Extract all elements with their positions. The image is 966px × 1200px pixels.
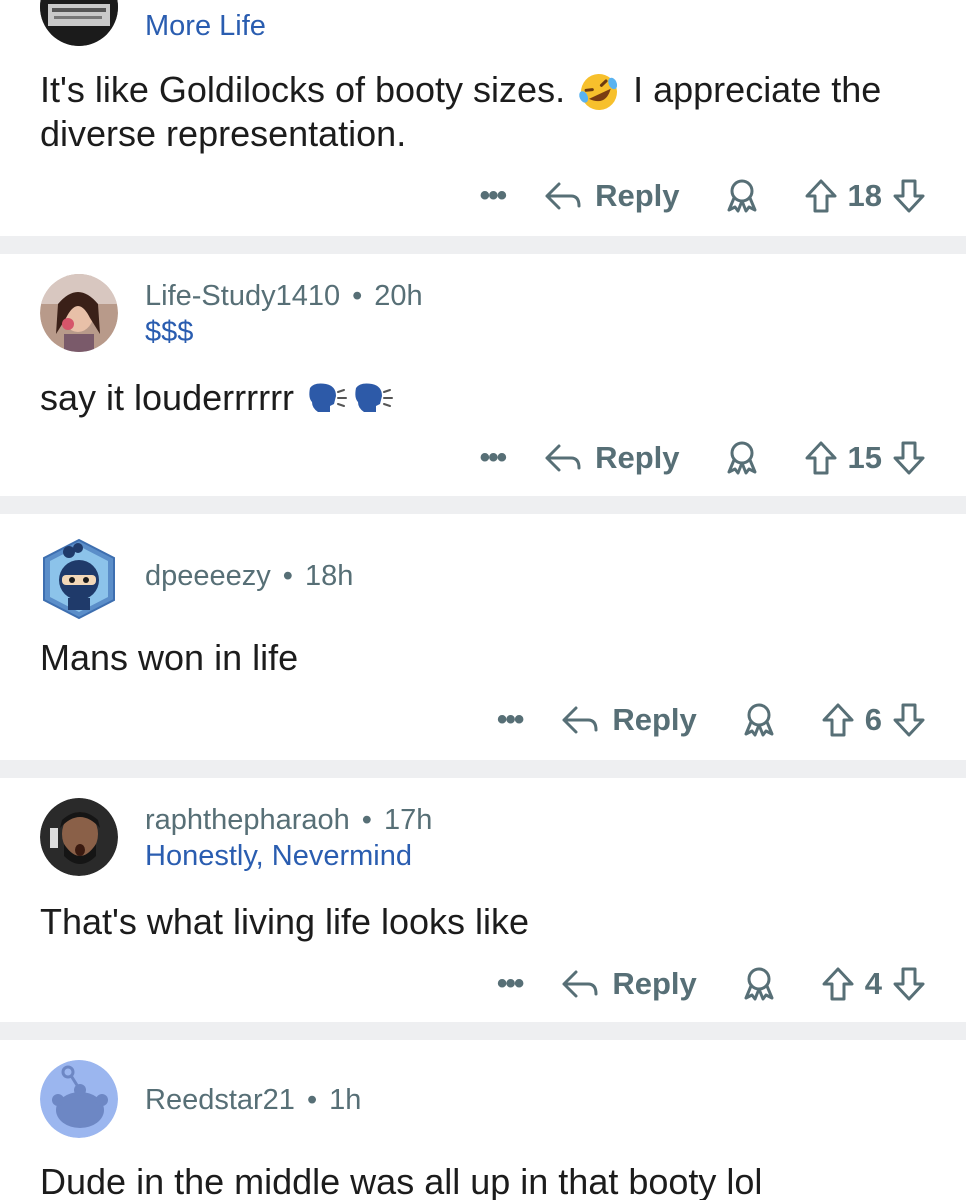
- reply-button[interactable]: Reply: [543, 440, 680, 476]
- award-icon: [724, 440, 760, 476]
- comment-3: dpeeeezy • 18h Mans won in life ••• Reply …: [0, 514, 966, 760]
- comment-2: Life-Study1410 • 20h $$$ say it louderrrrr…: [0, 254, 966, 496]
- award-icon: [724, 178, 760, 214]
- comment-text: That's what living life looks like: [40, 900, 940, 944]
- comment-actions: ••• Reply 6: [497, 698, 926, 742]
- comment-meta: Life-Study1410 • 20h: [145, 280, 423, 313]
- vote-count: 6: [864, 702, 882, 737]
- comment-separator: [0, 496, 966, 514]
- comment-separator: [0, 760, 966, 778]
- comment-separator: [0, 1022, 966, 1040]
- reply-label: Reply: [612, 702, 697, 737]
- comment-1: More Life It's like Goldilocks of booty …: [0, 0, 966, 236]
- comment-separator: [0, 236, 966, 254]
- downvote-icon[interactable]: [892, 702, 926, 738]
- upvote-icon[interactable]: [804, 440, 838, 476]
- avatar[interactable]: [40, 798, 118, 876]
- speaking-head-icon: [304, 380, 396, 420]
- vote-count: 18: [847, 178, 882, 213]
- vote-controls: 6: [821, 702, 926, 738]
- more-options-button[interactable]: •••: [497, 703, 524, 737]
- comment-text-part: It's like Goldilocks of booty sizes.: [40, 69, 566, 110]
- more-options-button[interactable]: •••: [480, 179, 507, 213]
- upvote-icon[interactable]: [821, 702, 855, 738]
- award-button[interactable]: [724, 178, 760, 214]
- award-button[interactable]: [741, 966, 777, 1002]
- reply-icon: [560, 968, 600, 1000]
- comment-actions: ••• Reply 15: [480, 436, 926, 480]
- user-flair: More Life: [145, 10, 266, 42]
- rolling-on-floor-laughing-icon: [575, 72, 623, 112]
- vote-count: 15: [847, 440, 882, 475]
- username[interactable]: Life-Study1410: [145, 280, 340, 312]
- reply-button[interactable]: Reply: [560, 702, 697, 738]
- downvote-icon[interactable]: [892, 440, 926, 476]
- comment-meta: Reedstar21 • 1h: [145, 1084, 361, 1117]
- award-button[interactable]: [724, 440, 760, 476]
- vote-count: 4: [864, 966, 882, 1001]
- user-flair: Honestly, Nevermind: [145, 840, 413, 872]
- avatar[interactable]: [40, 0, 118, 46]
- timestamp: 20h: [374, 280, 423, 312]
- comment-text-part: That's what living life looks like: [40, 901, 530, 942]
- downvote-icon[interactable]: [892, 966, 926, 1002]
- comment-text: Dude in the middle was all up in that bo…: [40, 1160, 940, 1200]
- separator-dot: •: [282, 560, 293, 592]
- reply-icon: [543, 180, 583, 212]
- comment-text-part: say it louderrrrrr: [40, 377, 295, 418]
- comment-text-part: Mans won in life: [40, 637, 299, 678]
- award-button[interactable]: [741, 702, 777, 738]
- comment-text: It's like Goldilocks of booty sizes. I a…: [40, 68, 940, 156]
- vote-controls: 18: [804, 178, 926, 214]
- reply-icon: [560, 704, 600, 736]
- timestamp: 18h: [304, 560, 354, 592]
- comment-4: raphthepharaoh • 17h Honestly, Nevermind T…: [0, 778, 966, 1022]
- award-icon: [741, 966, 777, 1002]
- reply-label: Reply: [612, 966, 697, 1001]
- avatar[interactable]: [40, 1060, 118, 1138]
- upvote-icon[interactable]: [804, 178, 838, 214]
- reply-label: Reply: [595, 440, 680, 475]
- timestamp: 1h: [329, 1084, 362, 1116]
- comment-text-part: Dude in the middle was all up in that bo…: [40, 1161, 763, 1200]
- separator-dot: •: [361, 804, 372, 836]
- more-options-button[interactable]: •••: [497, 967, 524, 1001]
- comment-meta: dpeeeezy • 18h: [145, 560, 353, 593]
- reply-button[interactable]: Reply: [543, 178, 680, 214]
- vote-controls: 15: [804, 440, 926, 476]
- avatar[interactable]: [40, 538, 118, 620]
- timestamp: 17h: [383, 804, 433, 836]
- username[interactable]: Reedstar21: [145, 1084, 295, 1116]
- reply-icon: [543, 442, 583, 474]
- username[interactable]: raphthepharaoh: [145, 804, 350, 836]
- comment-text: Mans won in life: [40, 636, 940, 680]
- username[interactable]: dpeeeezy: [145, 560, 271, 592]
- downvote-icon[interactable]: [892, 178, 926, 214]
- vote-controls: 4: [821, 966, 926, 1002]
- comment-meta: raphthepharaoh • 17h: [145, 804, 432, 837]
- separator-dot: •: [306, 1084, 318, 1116]
- upvote-icon[interactable]: [821, 966, 855, 1002]
- more-options-button[interactable]: •••: [480, 441, 507, 475]
- comment-actions: ••• Reply 4: [497, 962, 926, 1006]
- comment-text: say it louderrrrrr: [40, 376, 940, 420]
- reply-label: Reply: [595, 178, 680, 213]
- separator-dot: •: [352, 280, 363, 312]
- award-icon: [741, 702, 777, 738]
- avatar[interactable]: [40, 274, 118, 352]
- reply-button[interactable]: Reply: [560, 966, 697, 1002]
- user-flair: $$$: [145, 316, 194, 348]
- comment-5: Reedstar21 • 1h Dude in the middle was all…: [0, 1040, 966, 1200]
- comment-actions: ••• Reply 18: [480, 174, 926, 218]
